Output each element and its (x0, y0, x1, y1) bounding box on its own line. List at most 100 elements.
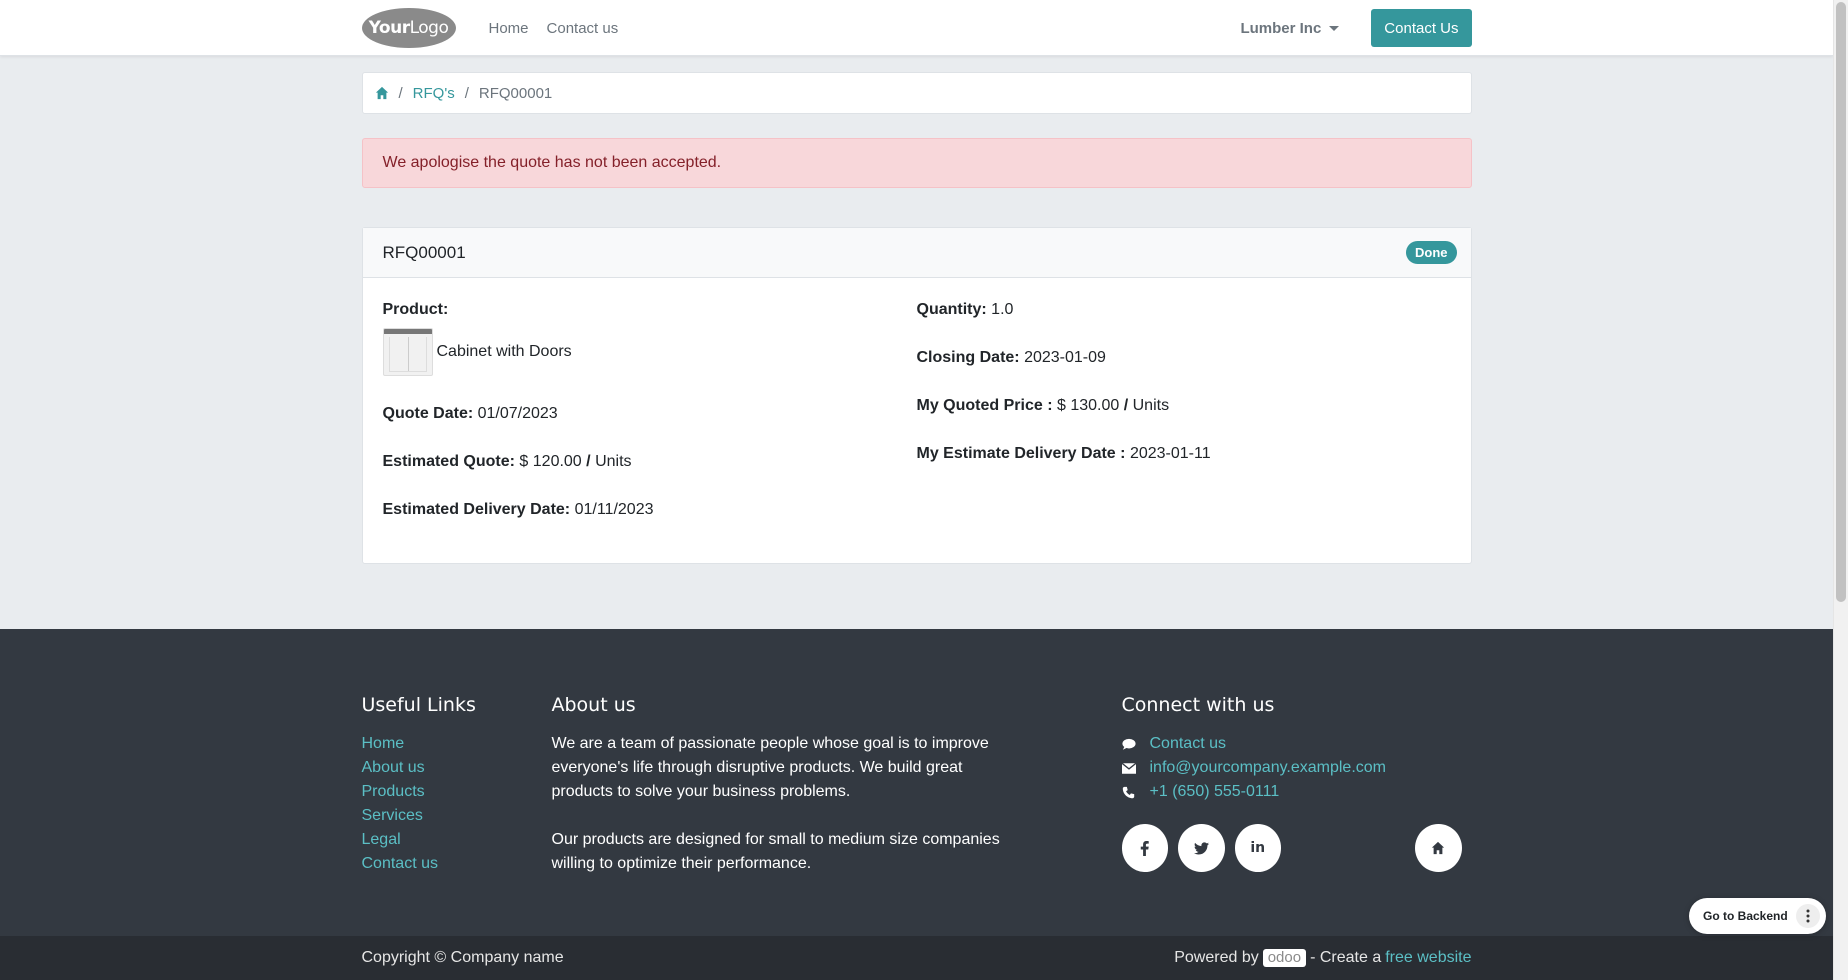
footer-link-home[interactable]: Home (362, 732, 552, 756)
rejection-alert: We apologise the quote has not been acce… (361, 138, 1472, 188)
footer-link-contact-us[interactable]: Contact us (362, 852, 552, 876)
top-navbar: Your Logo Home Contact us Lumber Inc Cont… (0, 0, 1833, 56)
estimated-quote-value: $ 120.00 (519, 453, 582, 470)
useful-links-list: Home About us Products Services Legal Co… (362, 732, 552, 876)
company-logo[interactable]: Your Logo (361, 8, 456, 48)
more-vertical-icon[interactable] (1795, 904, 1820, 928)
estimated-delivery-value: 01/11/2023 (574, 501, 654, 518)
odoo-logo[interactable]: odoo (1262, 949, 1307, 967)
useful-links-section: Useful Links Home About us Products Serv… (362, 694, 552, 900)
useful-links-title: Useful Links (361, 694, 476, 716)
estimated-quote-unit: Units (595, 453, 632, 470)
about-title: About us (551, 694, 636, 716)
connect-phone-link[interactable]: +1 (650) 555-0111 (1150, 780, 1280, 804)
quote-date-value: 01/07/2023 (477, 405, 558, 422)
quantity-label: Quantity: (916, 301, 987, 318)
estimated-quote-field: Estimated Quote: $ 120.00 / Units (383, 452, 917, 472)
rfq-right-column: Quantity: 1.0 Closing Date: 2023-01-09 M… (917, 300, 1451, 548)
main-nav: Home Contact us (480, 20, 628, 37)
estimated-quote-label: Estimated Quote: (382, 453, 515, 470)
facebook-icon[interactable] (1121, 824, 1168, 872)
logo-text: Logo (409, 18, 449, 38)
home-icon[interactable] (1415, 824, 1462, 872)
main-content: / RFQ's / RFQ00001 We apologise the quot… (361, 72, 1472, 564)
quoted-price-unit: Units (1132, 397, 1170, 414)
linkedin-icon[interactable]: in (1234, 824, 1281, 872)
breadcrumb: / RFQ's / RFQ00001 (361, 72, 1472, 114)
rfq-title: RFQ00001 (382, 242, 466, 262)
quote-date-label: Quote Date: (382, 405, 474, 422)
footer-link-about-us[interactable]: About us (362, 756, 552, 780)
nav-right: Lumber Inc Contact Us (1240, 9, 1472, 47)
estimate-delivery-field: My Estimate Delivery Date : 2023-01-11 (917, 444, 1451, 464)
product-row: Cabinet with Doors (382, 328, 917, 376)
logo-text-bold: Your (368, 18, 410, 38)
vertical-scrollbar[interactable] (1833, 0, 1848, 980)
home-icon[interactable] (375, 86, 389, 100)
footer-link-legal[interactable]: Legal (362, 828, 552, 852)
company-dropdown[interactable]: Lumber Inc (1240, 19, 1340, 37)
powered-by: Powered by odoo - Create a free website (1174, 949, 1472, 967)
rfq-left-column: Product: Cabinet with Doors Quote Date: … (382, 300, 917, 548)
scrollbar-thumb[interactable] (1836, 2, 1846, 602)
comment-icon (1121, 737, 1136, 751)
twitter-icon[interactable] (1178, 824, 1225, 872)
rfq-card-body: Product: Cabinet with Doors Quote Date: … (363, 278, 1471, 548)
quoted-price-label: My Quoted Price : (916, 397, 1053, 414)
product-field: Product: Cabinet with Doors (382, 300, 917, 376)
footer-link-services[interactable]: Services (362, 804, 552, 828)
footer-link-products[interactable]: Products (362, 780, 552, 804)
status-badge: Done (1406, 241, 1457, 264)
closing-date-label: Closing Date: (916, 349, 1020, 366)
rfq-card: RFQ00001 Done Product: Cabinet with Door… (361, 227, 1472, 564)
quote-date-field: Quote Date: 01/07/2023 (383, 404, 917, 424)
phone-icon (1122, 785, 1136, 799)
quoted-price-value: $ 130.00 (1056, 397, 1120, 414)
connect-email: info@yourcompany.example.com (1121, 756, 1472, 780)
connect-email-link[interactable]: info@yourcompany.example.com (1150, 756, 1387, 780)
about-paragraph-1: We are a team of passionate people whose… (551, 735, 989, 800)
free-website-link[interactable]: free website (1385, 949, 1471, 967)
quantity-field: Quantity: 1.0 (917, 300, 1451, 320)
quantity-value: 1.0 (991, 301, 1014, 318)
connect-contact: Contact us (1121, 732, 1472, 756)
caret-down-icon (1329, 25, 1340, 31)
product-thumbnail (382, 328, 433, 376)
connect-contact-link[interactable]: Contact us (1150, 732, 1226, 756)
connect-title: Connect with us (1121, 694, 1275, 716)
estimated-delivery-label: Estimated Delivery Date: (382, 501, 571, 518)
unit-separator: / (586, 453, 591, 470)
go-to-backend-button[interactable]: Go to Backend (1703, 909, 1788, 923)
product-label: Product: (382, 301, 449, 318)
go-to-backend-widget: Go to Backend (1689, 898, 1826, 934)
breadcrumb-current: RFQ00001 (478, 84, 553, 102)
copyright-text: Copyright © Company name (361, 949, 564, 966)
contact-us-button[interactable]: Contact Us (1371, 9, 1472, 47)
breadcrumb-rfqs-link[interactable]: RFQ's (413, 85, 455, 102)
nav-home[interactable]: Home (480, 20, 538, 37)
rfq-card-header: RFQ00001 Done (362, 228, 1471, 278)
page: Your Logo Home Contact us Lumber Inc Cont… (0, 0, 1833, 980)
about-paragraph-2: Our products are designed for small to m… (551, 831, 1000, 872)
company-dropdown-label: Lumber Inc (1240, 19, 1322, 37)
copyright-bar: Copyright © Company name Powered by odoo… (0, 936, 1833, 980)
nav-contact-us[interactable]: Contact us (538, 20, 628, 37)
product-name: Cabinet with Doors (436, 343, 572, 360)
linkedin-glyph: in (1250, 840, 1266, 856)
about-section: About us We are a team of passionate peo… (552, 694, 1122, 900)
estimate-delivery-label: My Estimate Delivery Date : (916, 445, 1126, 462)
breadcrumb-separator: / (464, 84, 469, 102)
closing-date-value: 2023-01-09 (1024, 349, 1106, 366)
breadcrumb-separator: / (398, 84, 403, 102)
alert-message: We apologise the quote has not been acce… (382, 154, 722, 171)
footer: Useful Links Home About us Products Serv… (0, 629, 1833, 936)
social-links: in (1121, 824, 1472, 872)
connect-section: Connect with us Contact us info@yourcomp… (1121, 694, 1472, 900)
connect-phone: +1 (650) 555-0111 (1122, 780, 1472, 804)
powered-by-label: Powered by (1174, 949, 1259, 966)
estimated-delivery-field: Estimated Delivery Date: 01/11/2023 (383, 500, 917, 520)
create-label: - Create a (1310, 949, 1382, 966)
estimate-delivery-value: 2023-01-11 (1129, 445, 1211, 462)
unit-separator: / (1123, 397, 1129, 414)
closing-date-field: Closing Date: 2023-01-09 (917, 348, 1451, 368)
